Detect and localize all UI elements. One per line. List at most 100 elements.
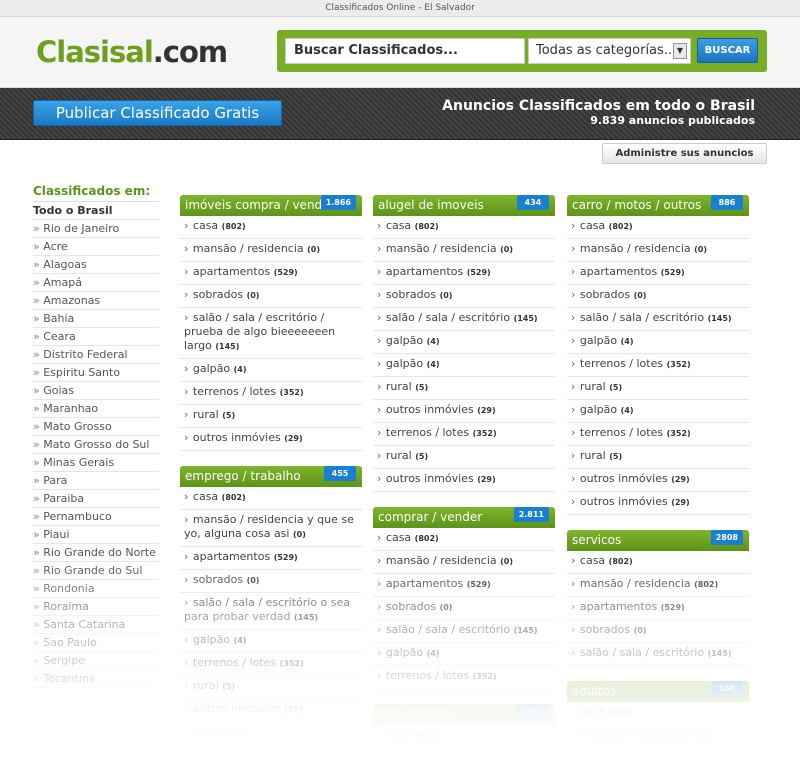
sidebar-item-state[interactable]: » Goias bbox=[33, 382, 159, 400]
subcategory-item[interactable]: › apartamentos (529) bbox=[567, 748, 749, 763]
sidebar-item-state[interactable]: » Bahia bbox=[33, 310, 159, 328]
category-select[interactable]: Todas as categorías... ▼ bbox=[528, 38, 691, 64]
subcategory-item[interactable]: › salão / sala / escritório (145) bbox=[567, 643, 749, 666]
subcategory-item[interactable]: › galpão (4) bbox=[373, 331, 555, 354]
bullet-icon: › bbox=[571, 600, 579, 613]
subcategory-item[interactable]: › casa (802) bbox=[567, 551, 749, 574]
subcategory-count: (0) bbox=[694, 245, 708, 254]
subcategory-label: mansão / residencia bbox=[192, 242, 304, 255]
sidebar-item-state[interactable]: » Amapá bbox=[33, 274, 159, 292]
subcategory-item[interactable]: › galpão (4) bbox=[567, 331, 749, 354]
subcategory-count: (529) bbox=[273, 268, 298, 277]
subcategory-item[interactable]: › sobrados (0) bbox=[567, 285, 749, 308]
subcategory-item[interactable]: › outros inmóvies (29) bbox=[373, 469, 555, 492]
subcategory-item[interactable]: › apartamentos (529) bbox=[567, 262, 749, 285]
subcategory-item[interactable]: › terrenos / lotes (352) bbox=[373, 666, 555, 689]
sidebar-item-state[interactable]: » Distrito Federal bbox=[33, 346, 159, 364]
subcategory-item[interactable]: › mansão / residencia (802) bbox=[567, 574, 749, 597]
subcategory-item[interactable]: › mansão / residencia (0) bbox=[373, 551, 555, 574]
subcategory-item[interactable]: › outros inmóvies (29) bbox=[180, 428, 362, 451]
manage-ads-button[interactable]: Administre sus anuncios bbox=[602, 143, 767, 164]
subcategory-item[interactable]: › galpão (4) bbox=[373, 643, 555, 666]
subcategory-item[interactable]: › rural (5) bbox=[373, 446, 555, 469]
sidebar-item-state[interactable]: » Acre bbox=[33, 238, 159, 256]
subcategory-item[interactable]: › mansão / residencia (0) bbox=[567, 725, 749, 748]
subcategory-item[interactable]: › outros inmóvies (29) bbox=[567, 469, 749, 492]
sidebar-item-state[interactable]: » Alagoas bbox=[33, 256, 159, 274]
sidebar-item-state[interactable]: » Minas Gerais bbox=[33, 454, 159, 472]
subcategory-item[interactable]: › sobrados (0) bbox=[373, 597, 555, 620]
subcategory-item[interactable]: › galpão (4) bbox=[180, 630, 362, 653]
subcategory-item[interactable]: › terrenos / lotes (352) bbox=[567, 354, 749, 377]
bullet-icon: › bbox=[184, 311, 192, 324]
subcategory-item[interactable]: › casa (802) bbox=[567, 702, 749, 725]
subcategory-item[interactable]: › rural (5) bbox=[567, 446, 749, 469]
subcategory-item[interactable]: › salão / sala / escritório (145) bbox=[567, 308, 749, 331]
subcategory-item[interactable]: › terrenos / lotes (352) bbox=[180, 745, 362, 763]
subcategory-item[interactable]: › rural (5) bbox=[567, 377, 749, 400]
sidebar-item-state[interactable]: » Mato Grosso do Sul bbox=[33, 436, 159, 454]
subcategory-item[interactable]: › apartamentos (529) bbox=[373, 574, 555, 597]
publish-ad-button[interactable]: Publicar Classificado Gratis bbox=[33, 100, 282, 126]
subcategory-item[interactable]: › casa (802) bbox=[180, 216, 362, 239]
sidebar-item-state[interactable]: » Tocantins bbox=[33, 670, 159, 688]
subcategory-item[interactable]: › salão / sala / escritório / prueba de … bbox=[180, 308, 362, 359]
site-logo[interactable]: Clasisal.com bbox=[36, 35, 228, 69]
subcategory-item[interactable]: › galpão (4) bbox=[180, 722, 362, 745]
sidebar-item-all[interactable]: Todo o Brasil bbox=[33, 202, 159, 220]
subcategory-item[interactable]: › terrenos / lotes (352) bbox=[373, 423, 555, 446]
subcategory-item[interactable]: › casa (802) bbox=[180, 487, 362, 510]
chevron-down-icon[interactable]: ▼ bbox=[673, 43, 687, 59]
subcategory-item[interactable]: › sobrados (0) bbox=[373, 285, 555, 308]
sidebar-item-state[interactable]: » Maranhao bbox=[33, 400, 159, 418]
sidebar-item-state[interactable]: » Rondonia bbox=[33, 580, 159, 598]
subcategory-item[interactable]: › sobrados (0) bbox=[180, 570, 362, 593]
subcategory-item[interactable]: › terrenos / lotes (352) bbox=[567, 423, 749, 446]
subcategory-item[interactable]: › casa (802) bbox=[373, 725, 555, 748]
subcategory-item[interactable]: › sobrados (0) bbox=[180, 285, 362, 308]
sidebar-item-state[interactable]: » Roraima bbox=[33, 598, 159, 616]
search-input[interactable]: Buscar Classificados... bbox=[285, 38, 525, 64]
subcategory-item[interactable]: › outros inmóvies (29) bbox=[373, 400, 555, 423]
subcategory-item[interactable]: › rural (5) bbox=[373, 377, 555, 400]
subcategory-item[interactable]: › mansão / residencia (0) bbox=[373, 239, 555, 262]
subcategory-item[interactable]: › galpão (4) bbox=[567, 400, 749, 423]
subcategory-item[interactable]: › sobrados (0) bbox=[567, 620, 749, 643]
subcategory-item[interactable]: › mansão / residencia y que se yo, algun… bbox=[180, 510, 362, 547]
subcategory-item[interactable]: › terrenos / lotes (352) bbox=[180, 653, 362, 676]
sidebar-item-state[interactable]: » Paraiba bbox=[33, 490, 159, 508]
subcategory-item[interactable]: › mansão / residencia (0) bbox=[373, 748, 555, 763]
sidebar-item-state[interactable]: » Rio de Janeiro bbox=[33, 220, 159, 238]
subcategory-item[interactable]: › outros inmóvies (29) bbox=[567, 492, 749, 515]
sidebar-item-state[interactable]: » Rio Grande do Norte bbox=[33, 544, 159, 562]
subcategory-item[interactable]: › apartamentos (529) bbox=[373, 262, 555, 285]
sidebar-item-state[interactable]: » Ceara bbox=[33, 328, 159, 346]
sidebar-item-state[interactable]: » Para bbox=[33, 472, 159, 490]
sidebar-item-state[interactable]: » Sao Paulo bbox=[33, 634, 159, 652]
sidebar-item-state[interactable]: » Piaui bbox=[33, 526, 159, 544]
subcategory-item[interactable]: › outros inmóvies (29) bbox=[180, 699, 362, 722]
subcategory-item[interactable]: › mansão / residencia (0) bbox=[567, 239, 749, 262]
subcategory-item[interactable]: › apartamentos (529) bbox=[180, 262, 362, 285]
sidebar-item-state[interactable]: » Pernambuco bbox=[33, 508, 159, 526]
subcategory-item[interactable]: › casa (802) bbox=[373, 528, 555, 551]
sidebar-item-state[interactable]: » Mato Grosso bbox=[33, 418, 159, 436]
subcategory-item[interactable]: › rural (5) bbox=[180, 405, 362, 428]
subcategory-item[interactable]: › terrenos / lotes (352) bbox=[180, 382, 362, 405]
subcategory-item[interactable]: › casa (802) bbox=[373, 216, 555, 239]
subcategory-item[interactable]: › rural (5) bbox=[180, 676, 362, 699]
subcategory-item[interactable]: › salão / sala / escritório o sea para p… bbox=[180, 593, 362, 630]
sidebar-item-state[interactable]: » Sergipe bbox=[33, 652, 159, 670]
subcategory-item[interactable]: › salão / sala / escritório (145) bbox=[373, 620, 555, 643]
sidebar-item-state[interactable]: » Espiritu Santo bbox=[33, 364, 159, 382]
sidebar-item-state[interactable]: » Amazonas bbox=[33, 292, 159, 310]
subcategory-item[interactable]: › salão / sala / escritório (145) bbox=[373, 308, 555, 331]
subcategory-item[interactable]: › mansão / residencia (0) bbox=[180, 239, 362, 262]
subcategory-item[interactable]: › apartamentos (529) bbox=[567, 597, 749, 620]
subcategory-item[interactable]: › galpão (4) bbox=[180, 359, 362, 382]
subcategory-item[interactable]: › apartamentos (529) bbox=[180, 547, 362, 570]
sidebar-item-state[interactable]: » Santa Catarina bbox=[33, 616, 159, 634]
search-button[interactable]: BUSCAR bbox=[697, 38, 758, 63]
sidebar-item-state[interactable]: » Rio Grande do Sul bbox=[33, 562, 159, 580]
subcategory-item[interactable]: › galpão (4) bbox=[373, 354, 555, 377]
